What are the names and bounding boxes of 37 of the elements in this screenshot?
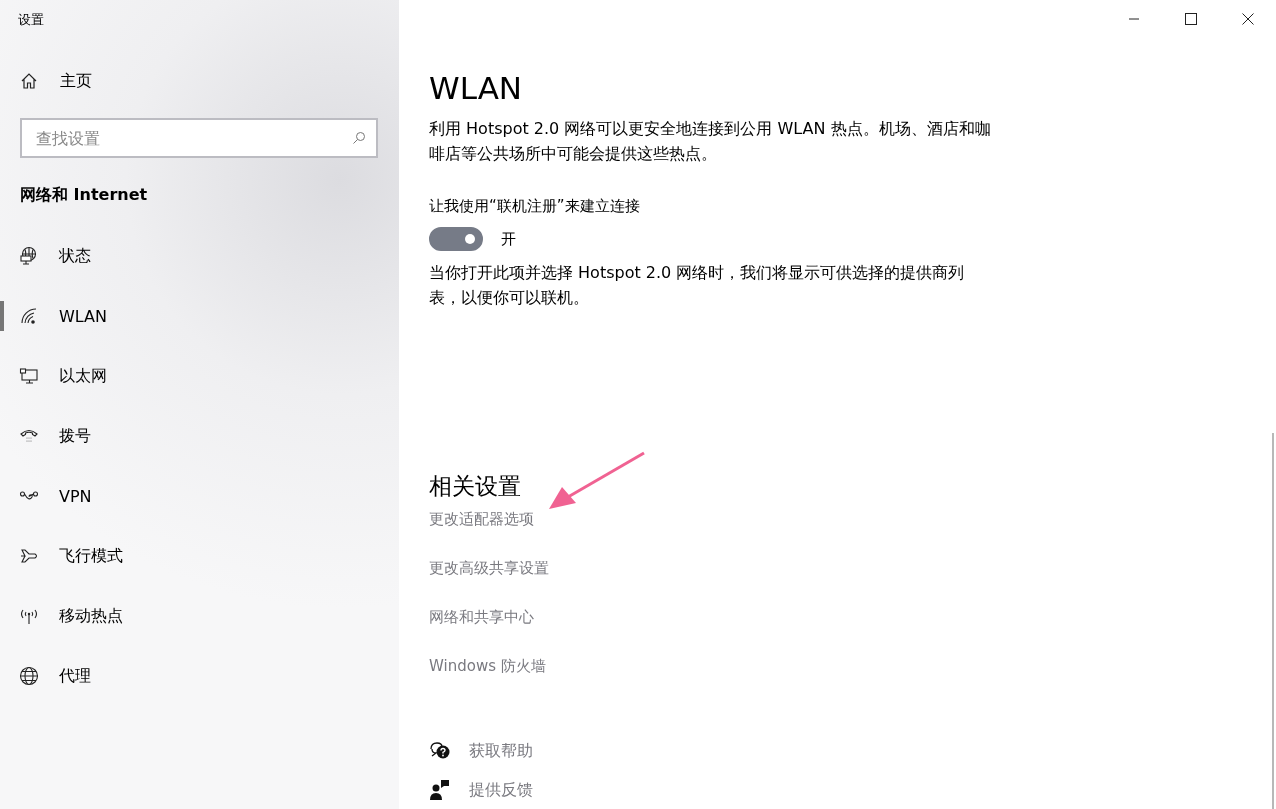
airplane-icon [19,546,39,566]
home-link[interactable]: 主页 [20,70,399,92]
page-title: WLAN [429,69,524,108]
globe-monitor-icon [19,246,39,266]
close-icon [1241,13,1254,25]
nav-item[interactable]: 代理 [0,646,399,706]
maximize-icon [1184,13,1197,25]
note-text: 当你打开此项并选择 Hotspot 2.0 网络时，我们将显示可供选择的提供商列表，以便你可以联机。 [429,262,966,309]
nav-item[interactable]: 拨号 [0,406,399,466]
nav-item[interactable]: VPN [0,466,399,526]
description-text: 利用 Hotspot 2.0 网络可以更安全地连接到公用 WLAN 热点。机场、酒店和咖啡店等公共场所中可能会提供这些热点。 [429,118,991,165]
search-field[interactable]: 查找设置 [20,118,378,158]
globe-icon [19,666,39,686]
scrollbar[interactable] [1272,433,1274,809]
window-title: 设置 [18,11,44,29]
nav-item[interactable]: WLAN [0,286,399,346]
related-link[interactable]: 更改适配器选项 [429,508,534,530]
nav-item[interactable]: 飞行模式 [0,526,399,586]
nav-item[interactable]: 以太网 [0,346,399,406]
question-bubble-icon [429,741,451,761]
help-link[interactable]: 提供反馈 [429,776,1276,804]
related-heading: 相关设置 [429,472,521,501]
nav-item[interactable]: 移动热点 [0,586,399,646]
person-feedback-icon [429,779,451,801]
home-icon [20,72,38,90]
toggle-switch[interactable] [429,227,483,251]
related-link[interactable]: Windows 防火墙 [429,655,546,677]
ethernet-monitor-icon [19,366,39,386]
related-link[interactable]: 网络和共享中心 [429,606,534,628]
related-link[interactable]: 更改高级共享设置 [429,557,549,579]
toggle-label: 让我使用“联机注册”来建立连接 [429,196,641,217]
nav-item[interactable]: 状态 [0,226,399,286]
search-icon [352,131,366,145]
wifi-icon [19,306,39,326]
section-heading: 网络和 Internet [20,185,149,206]
toggle-state-text: 开 [501,229,516,249]
help-link[interactable]: 获取帮助 [429,737,1276,765]
